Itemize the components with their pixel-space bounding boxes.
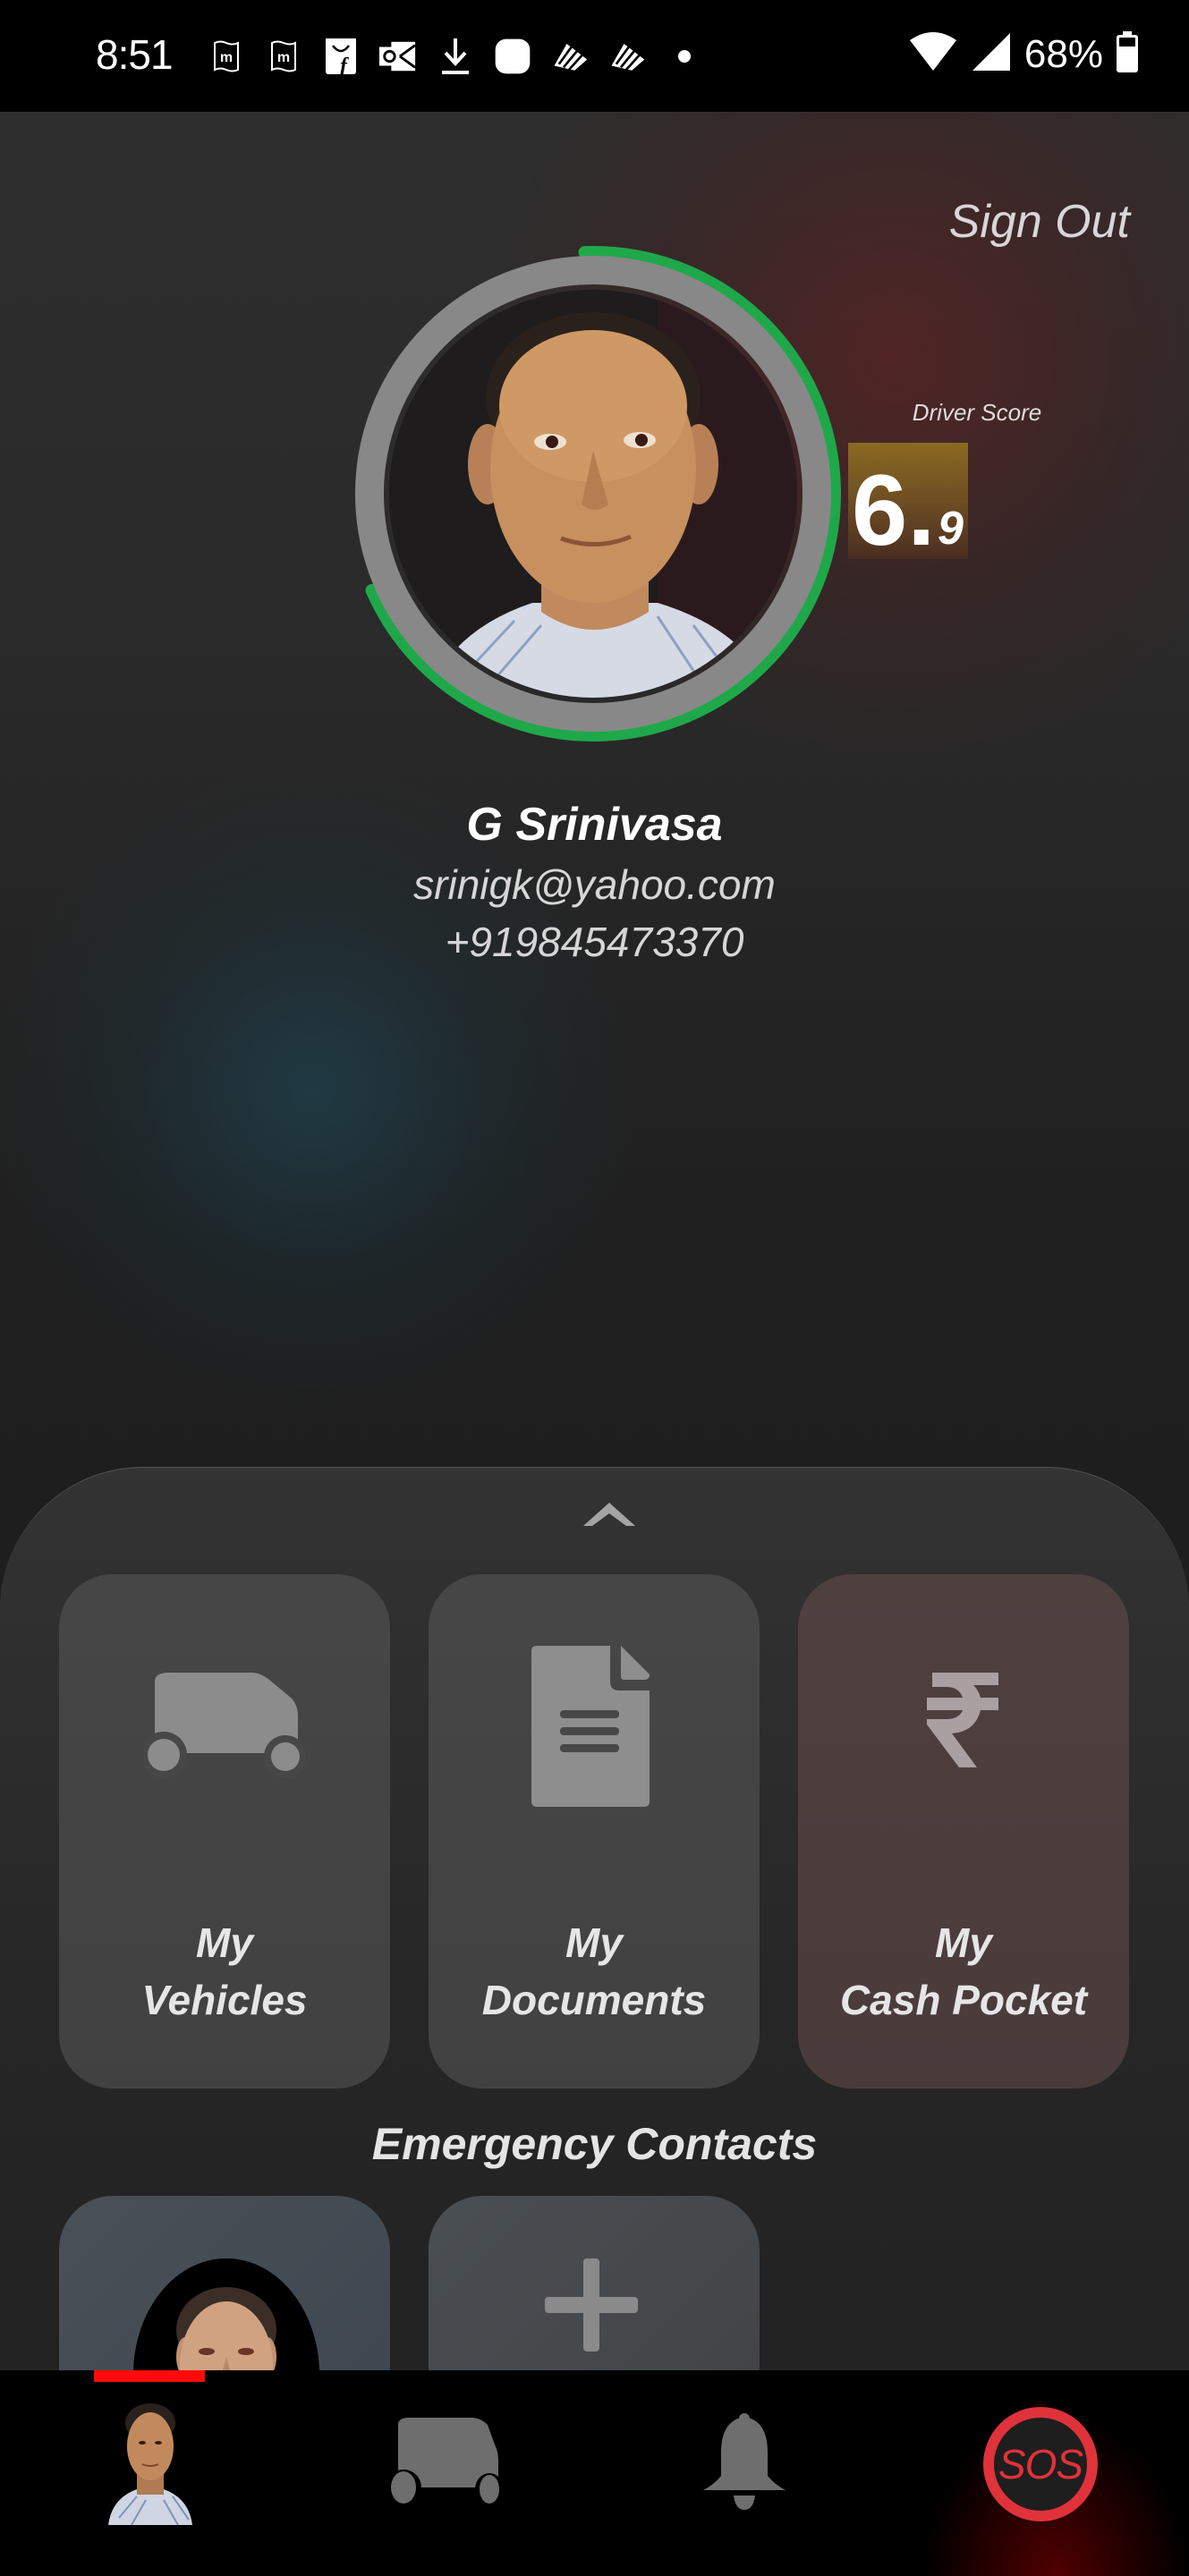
outlook-icon bbox=[379, 38, 417, 75]
profile-avatar-icon bbox=[101, 2400, 200, 2529]
driver-score-label: Driver Score bbox=[912, 399, 1042, 426]
more-dot-icon bbox=[666, 38, 703, 75]
sign-out-button[interactable]: Sign Out bbox=[949, 195, 1130, 249]
profile-avatar-ring bbox=[334, 234, 853, 753]
driver-score-badge[interactable]: 6. 9 bbox=[848, 443, 968, 566]
myntra-icon: m bbox=[208, 38, 245, 75]
flipkart-icon: f bbox=[322, 38, 360, 76]
rupee-icon bbox=[798, 1628, 1129, 1825]
active-tab-indicator bbox=[94, 2370, 205, 2382]
nav-notifications[interactable] bbox=[664, 2397, 825, 2531]
my-cash-pocket-card[interactable]: My Cash Pocket bbox=[798, 1574, 1129, 2089]
card-label: My Vehicles bbox=[59, 1914, 390, 2029]
profile-email: srinigk@yahoo.com bbox=[413, 861, 776, 908]
status-bar: 8:51 m m f 68% bbox=[0, 0, 1189, 112]
driver-score-integer: 6. bbox=[852, 454, 936, 566]
profile-name: G Srinivasa bbox=[466, 799, 723, 851]
battery-percent: 68% bbox=[1023, 31, 1103, 76]
myntra-icon: m bbox=[265, 38, 302, 75]
notification-icons: m m f bbox=[208, 36, 703, 77]
svg-text:m: m bbox=[220, 50, 233, 65]
status-time: 8:51 bbox=[96, 31, 174, 78]
plus-icon bbox=[545, 2258, 638, 2351]
card-label-line1: My bbox=[565, 1919, 623, 1966]
my-documents-card[interactable]: My Documents bbox=[429, 1574, 760, 2089]
battery-icon bbox=[1116, 30, 1139, 78]
card-label: My Cash Pocket bbox=[798, 1914, 1129, 2029]
document-icon bbox=[429, 1628, 760, 1825]
app-icon bbox=[494, 38, 531, 75]
car-icon bbox=[386, 2417, 505, 2512]
wifi-icon bbox=[908, 31, 958, 77]
car-icon bbox=[59, 1628, 390, 1825]
card-label-line2: Cash Pocket bbox=[839, 1977, 1088, 2023]
sos-button[interactable]: SOS bbox=[983, 2407, 1098, 2521]
nav-profile[interactable] bbox=[70, 2397, 231, 2531]
download-icon bbox=[437, 38, 474, 75]
svg-text:m: m bbox=[277, 50, 290, 65]
nav-vehicle[interactable] bbox=[367, 2397, 528, 2531]
card-label-line2: Documents bbox=[481, 1977, 707, 2023]
bell-icon bbox=[701, 2412, 787, 2516]
card-label-line1: My bbox=[196, 1919, 253, 1966]
driver-score-decimal: 9 bbox=[938, 503, 964, 555]
sos-label: SOS bbox=[998, 2441, 1083, 2487]
my-vehicles-card[interactable]: My Vehicles bbox=[59, 1574, 390, 2089]
chevron-up-icon[interactable] bbox=[580, 1496, 639, 1531]
card-label-line1: My bbox=[935, 1919, 992, 1966]
profile-phone: +919845473370 bbox=[445, 919, 744, 965]
nav-sos[interactable]: SOS bbox=[960, 2397, 1121, 2531]
profile-screen: 8:51 m m f 68% Sign Out Driver Score 6. … bbox=[0, 0, 1189, 2576]
card-label-line2: Vehicles bbox=[141, 1977, 308, 2023]
emergency-contacts-title: Emergency Contacts bbox=[371, 2119, 818, 2169]
status-right: 68% bbox=[908, 30, 1139, 78]
cell-signal-icon bbox=[971, 31, 1012, 77]
striped-app-icon bbox=[551, 38, 589, 75]
card-label: My Documents bbox=[429, 1914, 760, 2029]
profile-photo[interactable] bbox=[389, 290, 797, 698]
striped-app-icon bbox=[608, 38, 646, 75]
